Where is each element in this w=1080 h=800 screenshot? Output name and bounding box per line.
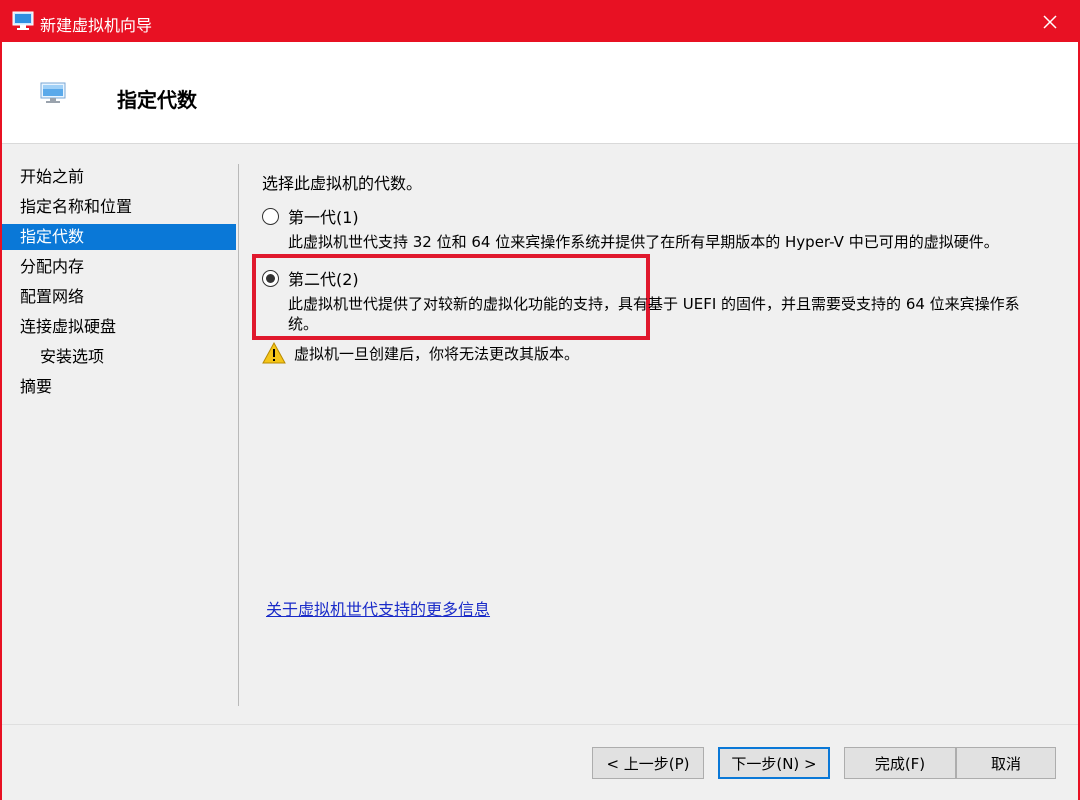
nav-item-summary[interactable]: 摘要	[2, 374, 236, 400]
generation-1-option[interactable]: 第一代(1)	[262, 204, 359, 228]
generation-1-label: 第一代(1)	[288, 208, 359, 227]
close-button[interactable]	[1030, 4, 1070, 40]
monitor-icon	[40, 82, 66, 104]
generation-2-option[interactable]: 第二代(2)	[262, 266, 359, 290]
window-title: 新建虚拟机向导	[40, 16, 153, 35]
warning-text: 虚拟机一旦创建后，你将无法更改其版本。	[294, 344, 580, 363]
wizard-steps-nav: 开始之前 指定名称和位置 指定代数 分配内存 配置网络 连接虚拟硬盘 安装选项 …	[2, 164, 237, 710]
content-panel: 选择此虚拟机的代数。 第一代(1) 此虚拟机世代支持 32 位和 64 位来宾操…	[252, 166, 1062, 686]
next-button[interactable]: 下一步(N) >	[718, 747, 830, 779]
finish-button[interactable]: 完成(F)	[844, 747, 956, 779]
nav-divider	[238, 164, 239, 706]
generation-1-description: 此虚拟机世代支持 32 位和 64 位来宾操作系统并提供了在所有早期版本的 Hy…	[288, 233, 999, 251]
wizard-footer: < 上一步(P) 下一步(N) > 完成(F) 取消	[2, 724, 1078, 800]
nav-item-installation-options[interactable]: 安装选项	[2, 344, 236, 370]
more-info-link[interactable]: 关于虚拟机世代支持的更多信息	[266, 596, 490, 620]
nav-item-connect-vhd[interactable]: 连接虚拟硬盘	[2, 314, 236, 340]
nav-item-configure-networking[interactable]: 配置网络	[2, 284, 236, 310]
nav-item-specify-generation[interactable]: 指定代数	[2, 224, 236, 250]
generation-2-description: 此虚拟机世代提供了对较新的虚拟化功能的支持，具有基于 UEFI 的固件，并且需要…	[288, 295, 1020, 333]
generation-2-label: 第二代(2)	[288, 270, 359, 289]
nav-item-before-you-begin[interactable]: 开始之前	[2, 164, 236, 190]
generation-1-radio[interactable]	[262, 207, 279, 225]
close-icon	[1043, 15, 1057, 29]
wizard-window: 新建虚拟机向导 指定代数 开始之前 指定名称和位置 指定代数 分配内存 配置网络…	[0, 0, 1080, 800]
previous-button[interactable]: < 上一步(P)	[592, 747, 704, 779]
title-bar[interactable]: 新建虚拟机向导	[2, 2, 1078, 42]
generation-2-radio[interactable]	[262, 269, 279, 287]
generation-prompt: 选择此虚拟机的代数。	[262, 174, 423, 193]
warning-message: 虚拟机一旦创建后，你将无法更改其版本。	[262, 341, 580, 364]
nav-item-name-location[interactable]: 指定名称和位置	[2, 194, 236, 220]
hyper-v-app-icon	[12, 11, 34, 31]
nav-item-assign-memory[interactable]: 分配内存	[2, 254, 236, 280]
page-header: 指定代数	[2, 42, 1078, 144]
warning-icon	[262, 341, 286, 364]
wizard-body: 开始之前 指定名称和位置 指定代数 分配内存 配置网络 连接虚拟硬盘 安装选项 …	[2, 144, 1078, 724]
page-title: 指定代数	[117, 88, 197, 112]
cancel-button[interactable]: 取消	[956, 747, 1056, 779]
